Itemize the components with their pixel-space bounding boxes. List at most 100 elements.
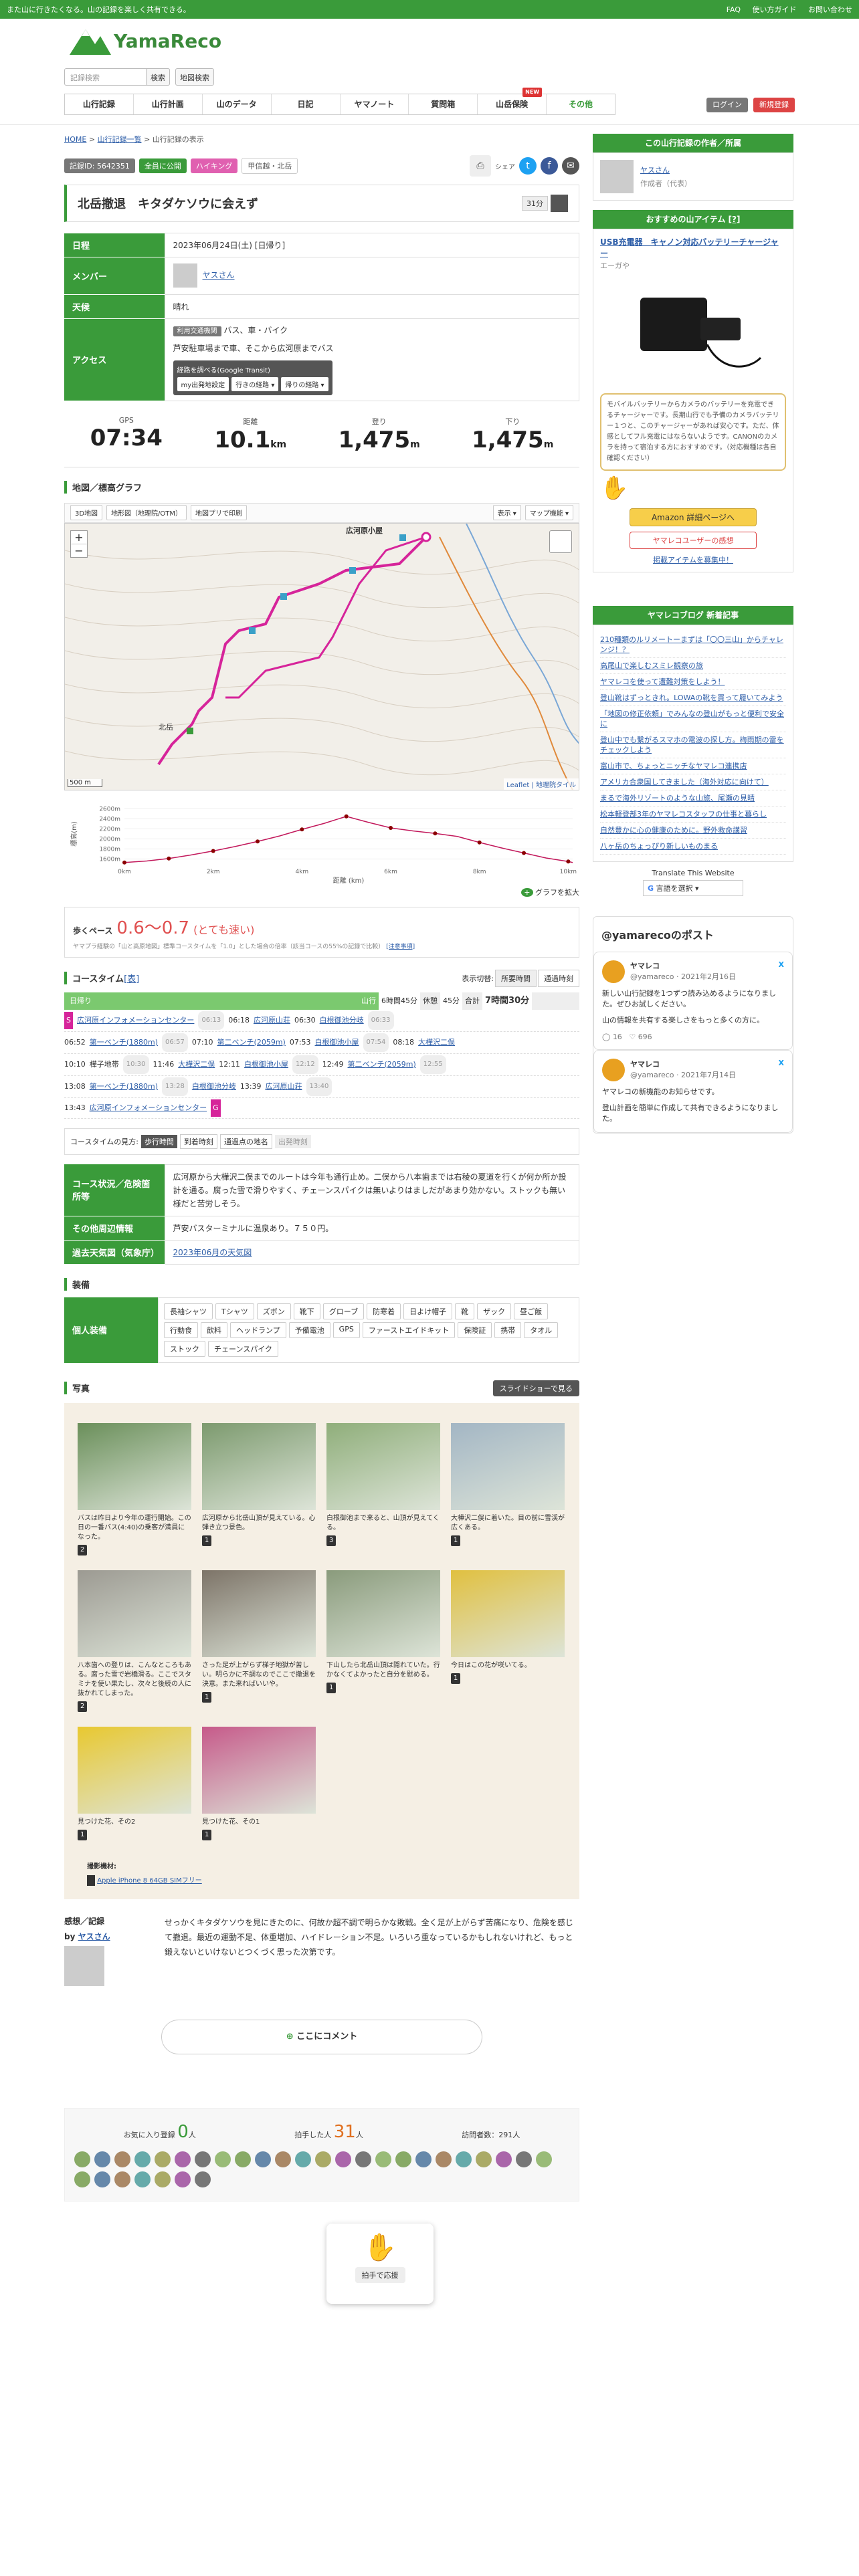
amazon-button[interactable]: Amazon 詳細ページへ bbox=[630, 508, 757, 526]
map-3d-button[interactable]: 3D地図 bbox=[70, 505, 103, 520]
clap-user-avatar[interactable] bbox=[496, 2151, 512, 2167]
clap-user-avatar[interactable] bbox=[175, 2151, 191, 2167]
faq-link[interactable]: FAQ bbox=[727, 5, 741, 14]
author-avatar[interactable] bbox=[600, 160, 634, 193]
clap-user-avatar[interactable] bbox=[375, 2151, 391, 2167]
twitter-share-icon[interactable]: t bbox=[519, 157, 537, 175]
item-image[interactable] bbox=[600, 271, 785, 391]
device-link[interactable]: Apple iPhone 8 64GB SIMフリー bbox=[97, 1877, 202, 1885]
pace-caution-link[interactable]: [注意事項] bbox=[386, 944, 415, 950]
photo-image[interactable] bbox=[326, 1570, 440, 1657]
blog-link[interactable]: まるで海外リゾートのような山旅、尾瀬の見晴 bbox=[600, 790, 786, 807]
ct-place[interactable]: 第一ベンチ(1880m) bbox=[90, 1034, 158, 1051]
blog-link[interactable]: 松本軽登部3年のヤマレコスタッフの仕事と暮らし bbox=[600, 807, 786, 823]
photo-like-count[interactable]: 1 bbox=[326, 1682, 337, 1693]
ct-place[interactable]: 第一ベンチ(1880m) bbox=[90, 1078, 158, 1095]
blog-link[interactable]: 登山中でも繋がるスマホの電波の探し方。梅雨期の雷をチェックしよう bbox=[600, 732, 786, 758]
impression-author[interactable]: ヤスさん bbox=[78, 1932, 110, 1941]
nav-yamanote[interactable]: ヤマノート bbox=[341, 94, 409, 114]
impression-avatar[interactable] bbox=[64, 1945, 104, 1986]
map-print-button[interactable]: 地図プリで印刷 bbox=[191, 505, 248, 520]
nav-insurance[interactable]: 山岳保険 NEW bbox=[478, 88, 547, 114]
route-map[interactable]: + − 広河原小屋 北岳 500 m Leaflet | 地理院タイル bbox=[64, 522, 579, 790]
facebook-share-icon[interactable]: f bbox=[541, 157, 558, 175]
blog-link[interactable]: 富山市で、ちょっとニッチなヤマレコ連携店 bbox=[600, 758, 786, 774]
x-post[interactable]: ヤマレコ @yamareco · 2021年7月14日 X ヤマレコの新機能のお知ら… bbox=[593, 1050, 793, 1133]
clap-user-avatar[interactable] bbox=[275, 2151, 291, 2167]
clap-user-avatar[interactable] bbox=[175, 2171, 191, 2187]
clap-user-avatar[interactable] bbox=[114, 2151, 130, 2167]
breadcrumb-list[interactable]: 山行記録一覧 bbox=[98, 135, 142, 144]
photo-item[interactable]: 大樺沢二俣に着いた。目の前に雪渓が広くある。 1 bbox=[451, 1422, 565, 1555]
clap-user-avatar[interactable] bbox=[536, 2151, 552, 2167]
transit-origin-button[interactable]: my出発地設定 bbox=[177, 377, 229, 391]
item-help-link[interactable]: [?] bbox=[729, 215, 741, 224]
blog-link[interactable]: 自然豊かに心の健康のために。野外救命講習 bbox=[600, 823, 786, 839]
x-post[interactable]: ヤマレコ @yamareco · 2021年2月16日 X 新しい山行記録を1つずつ… bbox=[593, 952, 793, 1050]
recruit-link[interactable]: 掲載アイテムを募集中！ bbox=[600, 554, 786, 565]
ct-place[interactable]: 広河原インフォメーションセンター bbox=[77, 1012, 194, 1029]
nav-other[interactable]: その他 bbox=[547, 94, 615, 114]
mail-share-icon[interactable]: ✉ bbox=[562, 157, 579, 175]
photo-like-count[interactable]: 1 bbox=[202, 1535, 212, 1546]
category-tag[interactable]: ハイキング bbox=[190, 158, 238, 173]
ct-place[interactable]: 広河原山荘 bbox=[266, 1078, 302, 1095]
blog-link[interactable]: アメリカ合衆国してきました（海外対応に向けて） bbox=[600, 774, 786, 790]
ct-place[interactable]: 大樺沢二俣 bbox=[418, 1034, 455, 1051]
area-tag[interactable]: 甲信越・北岳 bbox=[242, 158, 298, 174]
clap-button[interactable]: 拍手で応援 bbox=[355, 2267, 405, 2283]
weather-chart-link[interactable]: 2023年06月の天気図 bbox=[173, 1248, 252, 1257]
member-name[interactable]: ヤスさん bbox=[203, 271, 235, 280]
nav-mountain-data[interactable]: 山のデータ bbox=[203, 94, 272, 114]
map-function-button[interactable]: マップ機能 ▾ bbox=[524, 505, 573, 520]
photo-like-count[interactable]: 1 bbox=[202, 1691, 212, 1703]
ct-place[interactable]: 大樺沢二俣 bbox=[178, 1056, 215, 1073]
breadcrumb-home[interactable]: HOME bbox=[64, 135, 86, 144]
photo-image[interactable] bbox=[451, 1422, 565, 1510]
register-button[interactable]: 新規登録 bbox=[753, 98, 795, 112]
clap-user-avatar[interactable] bbox=[395, 2151, 411, 2167]
clap-user-avatar[interactable] bbox=[74, 2171, 90, 2187]
clap-user-avatar[interactable] bbox=[74, 2151, 90, 2167]
author-name[interactable]: ヤスさん bbox=[640, 165, 692, 175]
clap-user-avatar[interactable] bbox=[295, 2151, 311, 2167]
photo-item[interactable]: 白根御池まで来ると、山頂が見えてくる。 3 bbox=[326, 1422, 440, 1555]
photo-image[interactable] bbox=[202, 1726, 316, 1814]
blog-link[interactable]: 高尾山で楽しむスミレ観察の旅 bbox=[600, 658, 786, 674]
nav-plans[interactable]: 山行計画 bbox=[134, 94, 203, 114]
slideshow-button[interactable]: スライドショーで見る bbox=[492, 1380, 579, 1396]
photo-item[interactable]: さった足が上がらず梯子地獄が苦しい。明らかに不調なのでここで撤退を決意。また来れ… bbox=[202, 1570, 316, 1712]
clap-user-avatar[interactable] bbox=[355, 2151, 371, 2167]
photo-image[interactable] bbox=[451, 1570, 565, 1657]
nav-qa[interactable]: 質問箱 bbox=[409, 94, 478, 114]
photo-item[interactable]: 下山したら北岳山頂は隠れていた。行かなくてよかったと自分を慰める。 1 bbox=[326, 1570, 440, 1712]
layers-icon[interactable] bbox=[549, 530, 572, 553]
blog-link[interactable]: ヤマレコを使って遭難対策をしよう！ bbox=[600, 674, 786, 690]
transit-outbound-button[interactable]: 行きの経路 ▾ bbox=[231, 377, 279, 391]
photo-item[interactable]: 見つけた花、その1 1 bbox=[202, 1726, 316, 1840]
photo-item[interactable]: バスは昨日より今年の運行開始。この日の一番バス(4:40)の乗客が満員になった。… bbox=[78, 1422, 191, 1555]
transit-return-button[interactable]: 帰りの経路 ▾ bbox=[281, 377, 328, 391]
map-attribution[interactable]: Leaflet | 地理院タイル bbox=[504, 778, 579, 790]
photo-image[interactable] bbox=[78, 1726, 191, 1814]
coursetime-table-link[interactable]: [表] bbox=[124, 974, 139, 984]
blog-link[interactable]: 210種類のルリメートーまずは「〇〇三山」からチャレンジ！？ bbox=[600, 632, 786, 658]
clap-user-avatar[interactable] bbox=[255, 2151, 271, 2167]
search-button[interactable]: 検索 bbox=[146, 68, 170, 86]
item-title[interactable]: USB充電器 キャノン対応バッテリーチャージャー bbox=[600, 236, 786, 259]
nav-records[interactable]: 山行記録 bbox=[65, 94, 134, 114]
photo-like-count[interactable]: 1 bbox=[451, 1535, 461, 1546]
like-icon[interactable]: ♡ bbox=[629, 1033, 636, 1041]
blog-link[interactable]: 「地図の修正依頼」でみんなの登山がもっと便利で安全に bbox=[600, 706, 786, 732]
clap-user-avatar[interactable] bbox=[436, 2151, 452, 2167]
clap-user-avatar[interactable] bbox=[134, 2171, 151, 2187]
ct-place[interactable]: 白根御池小屋 bbox=[315, 1034, 359, 1051]
clap-user-avatar[interactable] bbox=[456, 2151, 472, 2167]
photo-image[interactable] bbox=[78, 1422, 191, 1510]
ct-place[interactable]: 白根御池分岐 bbox=[320, 1012, 364, 1029]
clap-user-avatar[interactable] bbox=[94, 2171, 110, 2187]
photo-item[interactable]: 広河原から北岳山頂が見えている。心弾き立つ景色。 1 bbox=[202, 1422, 316, 1555]
translate-select[interactable]: G 言語を選択 ▾ bbox=[643, 880, 743, 896]
toggle-passing[interactable]: 通過時刻 bbox=[538, 969, 579, 987]
photo-item[interactable]: 今日はこの花が咲いてる。 1 bbox=[451, 1570, 565, 1712]
